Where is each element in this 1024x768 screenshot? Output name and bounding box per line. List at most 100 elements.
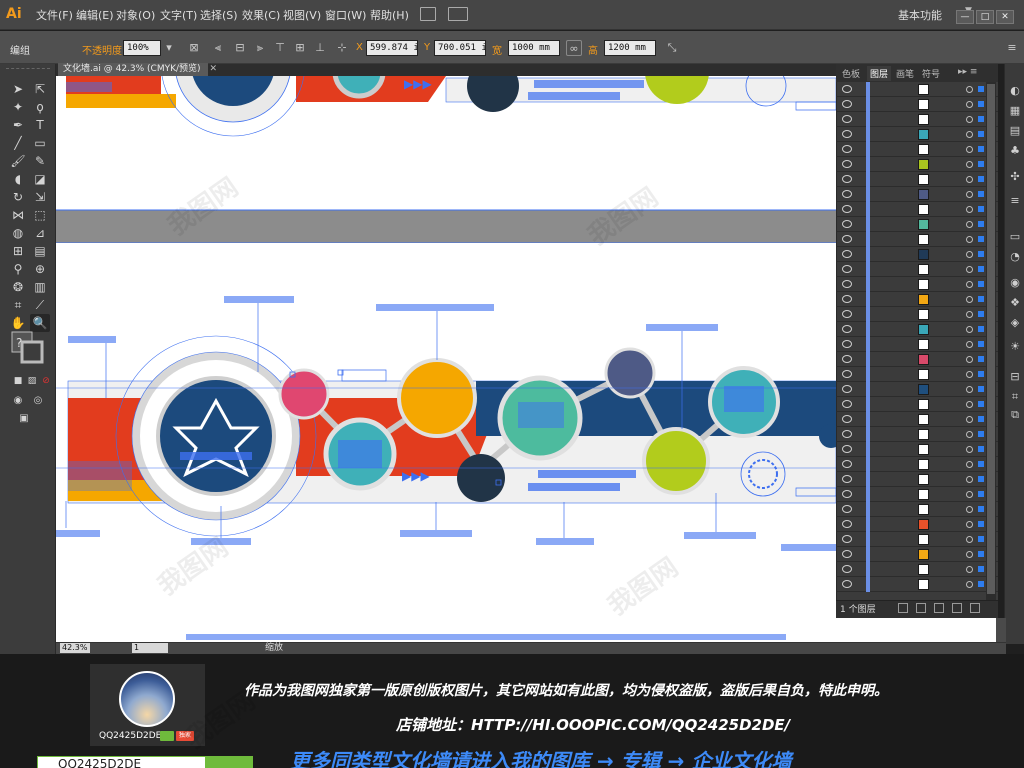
target-icon[interactable] <box>966 386 973 393</box>
make-clipping-mask-icon[interactable] <box>916 603 926 613</box>
visibility-eye-icon[interactable] <box>842 310 852 318</box>
selection-indicator[interactable] <box>978 551 984 557</box>
target-icon[interactable] <box>966 461 973 468</box>
layer-row[interactable] <box>836 292 998 307</box>
artboard-tool-icon[interactable]: ⌗ <box>8 296 28 314</box>
shop-address[interactable]: 店铺地址：HTTP://HI.OOOPIC.COM/QQ2425D2DE/ <box>396 714 790 735</box>
layer-row[interactable] <box>836 412 998 427</box>
layer-row[interactable] <box>836 397 998 412</box>
screen-mode-icon[interactable]: ▣ <box>14 410 34 428</box>
selection-indicator[interactable] <box>978 476 984 482</box>
layer-row[interactable] <box>836 82 998 97</box>
gradient-icon[interactable]: ▭ <box>1008 230 1022 244</box>
menu-help[interactable]: 帮助(H) <box>370 7 409 23</box>
target-icon[interactable] <box>966 416 973 423</box>
selection-indicator[interactable] <box>978 491 984 497</box>
more-link[interactable]: 更多同类型文化墙请进入我的图库 → 专辑 → 企业文化墙 <box>290 745 791 768</box>
target-icon[interactable] <box>966 86 973 93</box>
y-field[interactable]: 700.051 i <box>434 40 486 56</box>
visibility-eye-icon[interactable] <box>842 175 852 183</box>
tab-layers[interactable]: 图层 <box>867 66 892 81</box>
target-icon[interactable] <box>966 341 973 348</box>
target-icon[interactable] <box>966 161 973 168</box>
visibility-eye-icon[interactable] <box>842 520 852 528</box>
close-tab-icon[interactable]: ✕ <box>209 64 217 74</box>
free-transform-tool-icon[interactable]: ⬚ <box>30 206 50 224</box>
selection-indicator[interactable] <box>978 146 984 152</box>
target-icon[interactable] <box>966 221 973 228</box>
fill-stroke-swatch[interactable]: ? <box>10 330 44 366</box>
visibility-eye-icon[interactable] <box>842 460 852 468</box>
target-icon[interactable] <box>966 536 973 543</box>
visibility-eye-icon[interactable] <box>842 295 852 303</box>
shape-builder-tool-icon[interactable]: ◍ <box>8 224 28 242</box>
layer-row[interactable] <box>836 97 998 112</box>
layer-row[interactable] <box>836 322 998 337</box>
layer-row[interactable] <box>836 277 998 292</box>
opacity-dropdown-icon[interactable]: ▾ <box>161 40 177 56</box>
selection-indicator[interactable] <box>978 371 984 377</box>
selection-indicator[interactable] <box>978 536 984 542</box>
target-icon[interactable] <box>966 401 973 408</box>
locate-object-icon[interactable] <box>898 603 908 613</box>
rectangle-tool-icon[interactable]: ▭ <box>30 134 50 152</box>
visibility-eye-icon[interactable] <box>842 445 852 453</box>
selection-indicator[interactable] <box>978 506 984 512</box>
selection-indicator[interactable] <box>978 266 984 272</box>
layer-row[interactable] <box>836 262 998 277</box>
selection-indicator[interactable] <box>978 311 984 317</box>
target-icon[interactable] <box>966 131 973 138</box>
type-tool-icon[interactable]: T <box>30 116 50 134</box>
artboard-canvas[interactable]: ▶▶▶ ▶▶▶ 我图网 我图网 我图网 我图网 <box>56 76 836 642</box>
selection-indicator[interactable] <box>978 416 984 422</box>
layer-row[interactable] <box>836 142 998 157</box>
visibility-eye-icon[interactable] <box>842 100 852 108</box>
layer-row[interactable] <box>836 577 998 592</box>
target-icon[interactable] <box>966 281 973 288</box>
new-layer-icon[interactable] <box>952 603 962 613</box>
bridge-icon[interactable] <box>420 7 436 21</box>
link-proportions-icon[interactable]: ∞ <box>566 40 582 56</box>
column-graph-tool-icon[interactable]: ▥ <box>30 278 50 296</box>
layer-row[interactable] <box>836 532 998 547</box>
opacity-label[interactable]: 不透明度 <box>82 42 122 57</box>
toolbox-grip[interactable] <box>6 68 50 72</box>
graphic-styles-icon[interactable]: ❖ <box>1008 296 1022 310</box>
selection-indicator[interactable] <box>978 581 984 587</box>
transparency-icon[interactable]: ◔ <box>1008 250 1022 264</box>
visibility-eye-icon[interactable] <box>842 565 852 573</box>
visibility-eye-icon[interactable] <box>842 580 852 588</box>
symbol-sprayer-tool-icon[interactable]: ❂ <box>8 278 28 296</box>
visibility-eye-icon[interactable] <box>842 115 852 123</box>
status-text[interactable]: 缩放 <box>265 643 283 653</box>
perspective-grid-tool-icon[interactable]: ⊿ <box>30 224 50 242</box>
appearance-icon[interactable]: ◉ <box>1008 276 1022 290</box>
symbols-icon[interactable]: ✣ <box>1008 170 1022 184</box>
align-right-icon[interactable]: ⫸ <box>252 40 268 56</box>
layers-scroll-thumb[interactable] <box>987 84 995 594</box>
visibility-eye-icon[interactable] <box>842 280 852 288</box>
color-guide-icon[interactable]: ▦ <box>1008 104 1022 118</box>
direct-selection-tool-icon[interactable]: ⇱ <box>30 80 50 98</box>
scale-tool-icon[interactable]: ⇲ <box>30 188 50 206</box>
rotate-tool-icon[interactable]: ↻ <box>8 188 28 206</box>
panel-menu-icon[interactable]: ▸▸ ≡ <box>958 67 977 77</box>
align-top-icon[interactable]: ⊤ <box>272 40 288 56</box>
target-icon[interactable] <box>966 356 973 363</box>
target-icon[interactable] <box>966 431 973 438</box>
target-icon[interactable] <box>966 326 973 333</box>
layer-row[interactable] <box>836 112 998 127</box>
blend-tool-icon[interactable]: ⊕ <box>30 260 50 278</box>
selection-indicator[interactable] <box>978 236 984 242</box>
visibility-eye-icon[interactable] <box>842 190 852 198</box>
target-icon[interactable] <box>966 521 973 528</box>
selection-indicator[interactable] <box>978 161 984 167</box>
selection-indicator[interactable] <box>978 191 984 197</box>
menu-select[interactable]: 选择(S) <box>200 7 238 23</box>
selection-indicator[interactable] <box>978 251 984 257</box>
visibility-eye-icon[interactable] <box>842 385 852 393</box>
target-icon[interactable] <box>966 191 973 198</box>
visibility-eye-icon[interactable] <box>842 370 852 378</box>
blob-brush-tool-icon[interactable]: ◖ <box>8 170 28 188</box>
selection-indicator[interactable] <box>978 221 984 227</box>
